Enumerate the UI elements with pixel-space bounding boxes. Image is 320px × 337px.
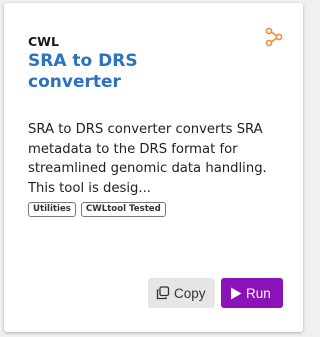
copy-icon: [156, 286, 170, 300]
workflow-icon: [265, 27, 283, 47]
play-icon: [231, 287, 242, 299]
copy-button[interactable]: Copy: [148, 278, 215, 308]
card-actions: Copy Run: [148, 278, 283, 308]
tool-title[interactable]: SRA to DRS converter: [28, 51, 228, 93]
tool-type-label: CWL: [28, 34, 59, 49]
tag-cwltool-tested: CWLtool Tested: [80, 202, 166, 217]
tag-utilities: Utilities: [28, 202, 76, 217]
tag-list: Utilities CWLtool Tested: [28, 202, 166, 217]
run-button[interactable]: Run: [221, 278, 283, 308]
run-button-label: Run: [246, 285, 271, 301]
copy-button-label: Copy: [174, 285, 206, 301]
tool-description: SRA to DRS converter converts SRA metada…: [28, 122, 267, 196]
tool-card[interactable]: CWL SRA to DRS converter SRA to DRS conv…: [4, 3, 303, 332]
